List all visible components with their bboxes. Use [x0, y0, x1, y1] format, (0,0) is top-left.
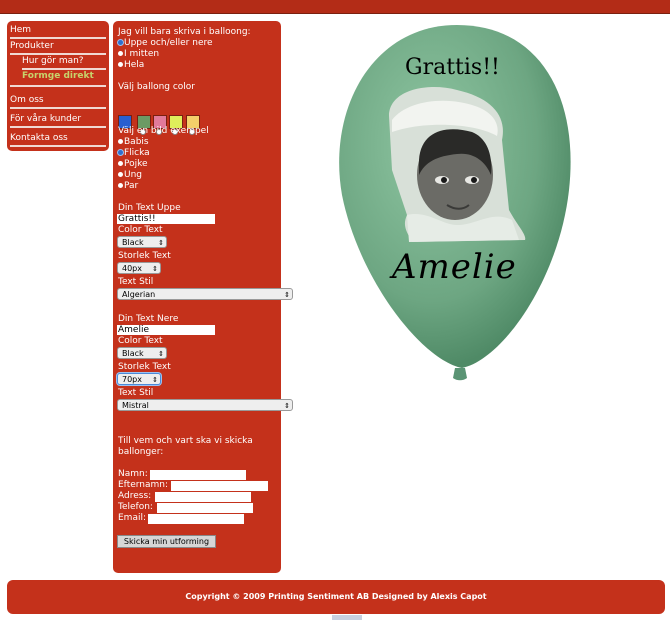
write-option-middle[interactable]: I mitten	[118, 49, 159, 60]
phone-label: Telefon:	[118, 502, 153, 512]
top-size-select[interactable]: 40px ⇕	[117, 262, 161, 274]
nav-item-produkter[interactable]: Produkter	[10, 41, 106, 52]
radio-icon[interactable]	[118, 40, 123, 45]
email-input[interactable]	[148, 514, 244, 524]
select-arrow-icon: ⇕	[284, 402, 290, 410]
nav-item-for-vara-kunder[interactable]: För våra kunder	[10, 114, 106, 125]
radio-icon[interactable]	[118, 161, 123, 166]
select-arrow-icon: ⇕	[158, 350, 164, 358]
example-title: Välj en bild exempel	[118, 126, 209, 136]
bottom-text-label: Din Text Nere	[118, 314, 179, 324]
nav-divider	[10, 85, 106, 87]
bottom-style-label: Text Stil	[118, 388, 154, 398]
bottom-style-select[interactable]: Mistral ⇕	[117, 399, 293, 411]
top-style-select[interactable]: Algerian ⇕	[117, 288, 293, 300]
radio-icon[interactable]	[118, 150, 123, 155]
radio-icon[interactable]	[118, 139, 123, 144]
nav-divider	[10, 53, 106, 55]
nav-subitem-hur-gor-man[interactable]: Hur gör man?	[22, 56, 106, 67]
bottom-size-select[interactable]: 70px ⇕	[117, 373, 161, 385]
example-option-flicka[interactable]: Flicka	[118, 148, 150, 159]
balloon-bottom-text: Amelie	[392, 247, 517, 287]
select-arrow-icon: ⇕	[152, 376, 158, 384]
radio-icon[interactable]	[118, 172, 123, 177]
nav-item-om-oss[interactable]: Om oss	[10, 95, 106, 106]
send-question-cont: ballonger:	[118, 447, 164, 457]
example-option-ung[interactable]: Ung	[118, 170, 142, 181]
name-input[interactable]	[150, 470, 246, 480]
bottom-size-label: Storlek Text	[118, 362, 171, 372]
radio-icon[interactable]	[118, 183, 123, 188]
radio-icon[interactable]	[118, 51, 123, 56]
top-color-label: Color Text	[118, 225, 163, 235]
copyright-text: Copyright © 2009 Printing Sentiment AB D…	[185, 592, 487, 601]
nav-divider	[10, 37, 106, 39]
bottom-color-label: Color Text	[118, 336, 163, 346]
nav-subitem-formge-direkt[interactable]: Formge direkt	[22, 71, 106, 82]
address-label: Adress:	[118, 491, 152, 501]
nav-divider	[10, 126, 106, 128]
bottom-text-input[interactable]: Amelie	[117, 325, 215, 335]
top-style-label: Text Stil	[118, 277, 154, 287]
nav-divider	[10, 145, 106, 147]
footer: Copyright © 2009 Printing Sentiment AB D…	[7, 580, 665, 614]
top-text-label: Din Text Uppe	[118, 203, 181, 213]
example-option-par[interactable]: Par	[118, 181, 138, 192]
name-label: Namn:	[118, 469, 148, 479]
footer-badge	[332, 615, 362, 620]
write-option-top-bottom[interactable]: Uppe och/eller nere	[118, 38, 213, 49]
phone-input[interactable]	[157, 503, 253, 513]
radio-icon[interactable]	[118, 62, 123, 67]
balloon-top-text: Grattis!!	[405, 55, 500, 80]
lastname-input[interactable]	[171, 481, 268, 491]
send-question: Till vem och vart ska vi skicka	[118, 436, 253, 446]
example-option-babis[interactable]: Babis	[118, 137, 149, 148]
bottom-color-select[interactable]: Black ⇕	[117, 347, 167, 359]
nav-divider	[22, 68, 106, 70]
lastname-label: Efternamn:	[118, 480, 169, 490]
top-color-select[interactable]: Black ⇕	[117, 236, 167, 248]
write-mode-title: Jag vill bara skriva i balloong:	[118, 27, 251, 37]
sidebar-nav: Hem Produkter Hur gör man? Formge direkt…	[7, 21, 109, 151]
select-arrow-icon: ⇕	[152, 265, 158, 273]
select-arrow-icon: ⇕	[158, 239, 164, 247]
color-title: Välj ballong color	[118, 82, 196, 92]
example-option-pojke[interactable]: Pojke	[118, 159, 148, 170]
submit-button[interactable]: Skicka min utforming	[117, 535, 216, 548]
nav-item-kontakta-oss[interactable]: Kontakta oss	[10, 133, 106, 144]
select-arrow-icon: ⇕	[284, 291, 290, 299]
top-size-label: Storlek Text	[118, 251, 171, 261]
address-input[interactable]	[155, 492, 251, 502]
write-option-whole[interactable]: Hela	[118, 60, 144, 71]
balloon-knot	[453, 368, 467, 381]
nav-item-hem[interactable]: Hem	[10, 25, 106, 36]
top-text-input[interactable]: Grattis!!	[117, 214, 215, 224]
nav-divider	[10, 107, 106, 109]
design-form: Jag vill bara skriva i balloong: Uppe oc…	[113, 21, 293, 573]
email-label: Email:	[118, 513, 147, 523]
top-banner	[0, 0, 670, 14]
